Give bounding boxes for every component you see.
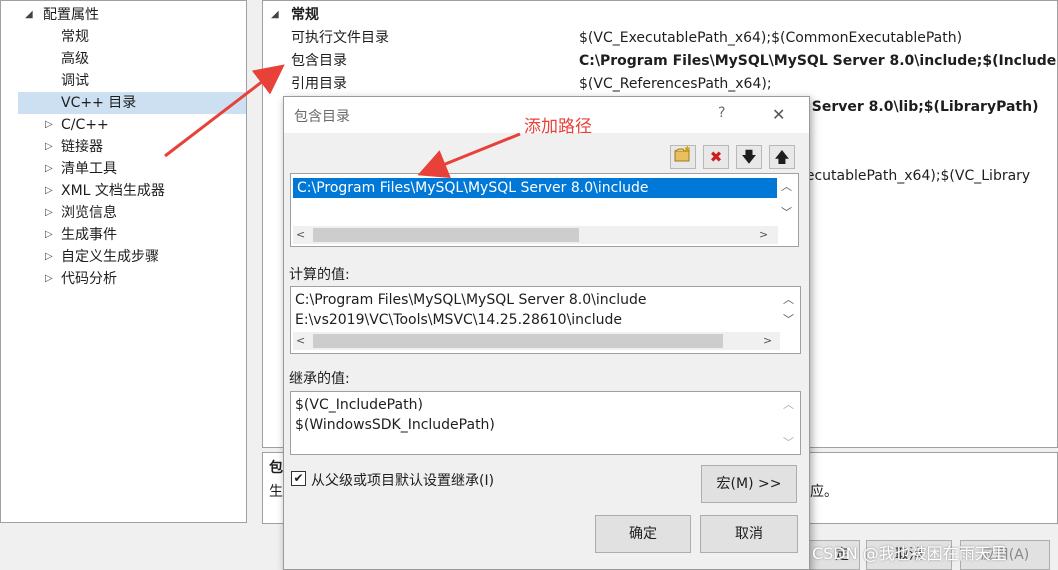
- annotation-text: 添加路径: [524, 117, 592, 137]
- watermark: CSDN @我也被困在雨天里: [812, 544, 1007, 563]
- arrow-to-new-entry: [417, 132, 521, 178]
- arrow-to-include-row: [164, 64, 285, 158]
- annotation-arrows: [164, 64, 521, 178]
